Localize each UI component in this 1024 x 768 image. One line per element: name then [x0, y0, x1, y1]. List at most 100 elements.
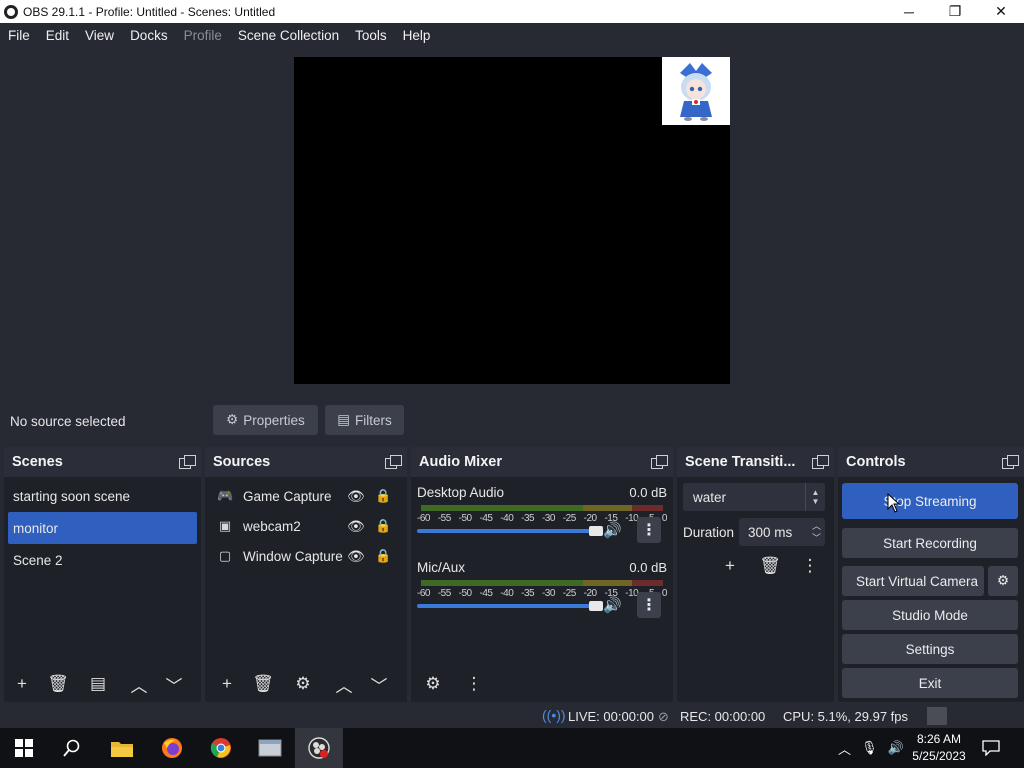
sources-header: Sources [205, 447, 407, 477]
microphone-icon[interactable]: 🎙 [861, 740, 878, 756]
undock-icon[interactable] [1002, 455, 1019, 469]
restore-button[interactable]: ❐ [932, 0, 978, 23]
preview-area [0, 47, 1024, 402]
sources-dock: Sources 🎮 Game Capture 👁 🔒 ▣ webcam2 👁 🔒… [205, 447, 407, 702]
minimize-button[interactable]: ─ [886, 0, 932, 23]
eye-icon[interactable]: 👁 [347, 488, 365, 505]
move-source-up-button[interactable]: ︿ [330, 671, 358, 697]
scene-item[interactable]: starting soon scene [4, 480, 201, 512]
virtual-camera-settings-button[interactable]: ⚙ [988, 566, 1018, 596]
menu-docks[interactable]: Docks [122, 28, 176, 43]
eye-icon[interactable]: 👁 [347, 548, 365, 565]
undock-icon[interactable] [651, 455, 668, 469]
start-button[interactable] [0, 728, 48, 768]
undock-icon[interactable] [812, 455, 829, 469]
close-button[interactable]: ✕ [978, 0, 1024, 23]
source-item[interactable]: ▢ Window Capture 👁 🔒 [205, 541, 407, 571]
trash-icon: 🗑 [759, 556, 781, 575]
record-off-icon: ⊘ [658, 709, 669, 724]
move-source-down-button[interactable]: ﹀ [365, 671, 393, 697]
add-transition-button[interactable]: + [716, 553, 744, 579]
duration-value: 300 ms [748, 524, 793, 540]
remove-transition-button[interactable]: 🗑 [756, 553, 784, 579]
stop-streaming-button[interactable]: Stop Streaming [842, 483, 1018, 519]
firefox-icon [162, 738, 182, 758]
taskbar-clock[interactable]: 8:26 AM 5/25/2023 [908, 731, 970, 765]
menu-view[interactable]: View [77, 28, 122, 43]
spin-arrows-icon[interactable]: ︿ ﹀ [812, 520, 821, 544]
lock-icon[interactable]: 🔒 [375, 518, 391, 534]
search-button[interactable] [48, 728, 96, 768]
duration-spinbox[interactable]: 300 ms ︿ ﹀ [739, 518, 825, 546]
chevron-up-icon: ︿ [335, 676, 353, 696]
scale-tick: -20 [583, 588, 597, 599]
source-item[interactable]: 🎮 Game Capture 👁 🔒 [205, 481, 407, 511]
transition-menu-button[interactable]: ⋮ [796, 553, 824, 579]
menu-tools[interactable]: Tools [347, 28, 395, 43]
scene-filters-button[interactable]: ▤ [84, 671, 112, 697]
preview-canvas[interactable] [294, 57, 730, 384]
channel-name: Desktop Audio [417, 485, 505, 500]
scene-item[interactable]: Scene 2 [4, 544, 201, 576]
filters-button[interactable]: ▤ Filters [325, 405, 404, 435]
remove-source-button[interactable]: 🗑 [249, 671, 277, 697]
studio-mode-button[interactable]: Studio Mode [842, 600, 1018, 630]
channel-menu-button[interactable]: ⋮ [637, 592, 661, 618]
advanced-audio-button[interactable]: ⚙ [419, 671, 447, 697]
firefox-button[interactable] [148, 728, 196, 768]
volume-slider[interactable] [417, 526, 603, 536]
scenes-dock: Scenes starting soon scene monitor Scene… [4, 447, 201, 702]
scale-tick: -25 [562, 588, 576, 599]
more-vertical-icon: ⋮ [641, 522, 657, 539]
volume-icon[interactable]: 🔊 [888, 740, 904, 756]
lock-icon[interactable]: 🔒 [375, 548, 391, 564]
search-icon [63, 739, 80, 757]
menu-profile[interactable]: Profile [176, 28, 230, 43]
scale-tick: -45 [479, 588, 493, 599]
move-scene-down-button[interactable]: ﹀ [160, 671, 188, 697]
obs-taskbar-button[interactable] [295, 728, 343, 768]
trash-icon: 🗑 [47, 674, 69, 693]
window-title: OBS 29.1.1 - Profile: Untitled - Scenes:… [23, 4, 276, 19]
add-source-button[interactable]: + [213, 671, 241, 697]
source-properties-button[interactable]: ⚙ [289, 671, 317, 697]
menu-scene-collection[interactable]: Scene Collection [230, 28, 347, 43]
lock-icon[interactable]: 🔒 [375, 488, 391, 504]
source-name: Window Capture [243, 548, 343, 564]
menu-file[interactable]: File [0, 28, 38, 43]
chrome-button[interactable] [197, 728, 245, 768]
notifications-button[interactable] [982, 728, 1000, 768]
speaker-icon[interactable]: 🔊 [603, 521, 622, 539]
menu-help[interactable]: Help [395, 28, 439, 43]
move-scene-up-button[interactable]: ︿ [125, 671, 153, 697]
properties-button[interactable]: ⚙ Properties [213, 405, 318, 435]
controls-header: Controls [838, 447, 1024, 477]
undock-icon[interactable] [179, 455, 196, 469]
start-virtual-camera-button[interactable]: Start Virtual Camera [842, 566, 984, 596]
channel-menu-button[interactable]: ⋮ [637, 517, 661, 543]
application-icon [258, 739, 282, 757]
speaker-icon[interactable]: 🔊 [603, 596, 622, 614]
source-item[interactable]: ▣ webcam2 👁 🔒 [205, 511, 407, 541]
webcam-source-preview[interactable] [662, 57, 730, 125]
undock-icon[interactable] [385, 455, 402, 469]
file-explorer-button[interactable] [98, 728, 146, 768]
scene-item-selected[interactable]: monitor [8, 512, 197, 544]
start-recording-button[interactable]: Start Recording [842, 528, 1018, 558]
transition-select[interactable]: water ▲ ▼ [683, 483, 825, 511]
chevron-down-icon: ﹀ [165, 676, 183, 696]
chevron-up-icon[interactable]: ︿ [838, 739, 851, 758]
app-window-button[interactable] [246, 728, 294, 768]
eye-icon[interactable]: 👁 [347, 518, 365, 535]
channel-db: 0.0 dB [629, 485, 667, 500]
volume-slider[interactable] [417, 601, 603, 611]
slider-handle[interactable] [589, 526, 603, 536]
settings-button[interactable]: Settings [842, 634, 1018, 664]
menu-edit[interactable]: Edit [38, 28, 77, 43]
windows-taskbar: ︿ 🎙 🔊 8:26 AM 5/25/2023 [0, 728, 1024, 768]
slider-handle[interactable] [589, 601, 603, 611]
add-scene-button[interactable]: + [8, 671, 36, 697]
remove-scene-button[interactable]: 🗑 [44, 671, 72, 697]
exit-button[interactable]: Exit [842, 668, 1018, 698]
mixer-menu-button[interactable]: ⋮ [460, 671, 488, 697]
